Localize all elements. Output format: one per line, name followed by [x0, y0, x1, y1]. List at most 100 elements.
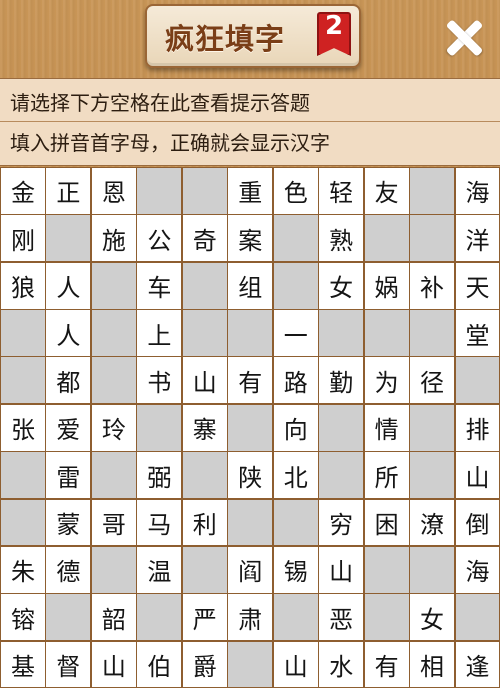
grid-cell[interactable]: 伯	[136, 640, 183, 688]
grid-cell[interactable]: 爱	[45, 403, 92, 452]
grid-cell[interactable]: 穷	[318, 498, 365, 547]
grid-cell-blank[interactable]	[227, 309, 274, 357]
grid-cell[interactable]: 有	[363, 640, 410, 688]
grid-cell[interactable]: 车	[136, 261, 183, 310]
grid-cell-blank[interactable]	[363, 309, 410, 357]
grid-cell[interactable]: 一	[272, 309, 319, 357]
grid-cell[interactable]: 朱	[0, 545, 46, 594]
grid-cell[interactable]: 山	[181, 356, 228, 405]
grid-cell[interactable]: 基	[0, 640, 46, 688]
grid-cell[interactable]: 阎	[227, 545, 274, 594]
grid-cell-blank[interactable]	[454, 356, 500, 405]
grid-cell-blank[interactable]	[409, 403, 456, 452]
grid-cell[interactable]: 补	[409, 261, 456, 310]
grid-cell[interactable]: 严	[181, 593, 228, 642]
grid-cell[interactable]: 堂	[454, 309, 500, 357]
grid-cell[interactable]: 肃	[227, 593, 274, 642]
grid-cell[interactable]: 恶	[318, 593, 365, 642]
grid-cell[interactable]: 案	[227, 214, 274, 263]
grid-cell[interactable]: 正	[45, 167, 92, 215]
grid-cell-blank[interactable]	[90, 261, 137, 310]
grid-cell-blank[interactable]	[90, 545, 137, 594]
grid-cell[interactable]: 张	[0, 403, 46, 452]
grid-cell[interactable]: 刚	[0, 214, 46, 263]
grid-cell[interactable]: 镕	[0, 593, 46, 642]
grid-cell-blank[interactable]	[90, 309, 137, 357]
grid-cell[interactable]: 爵	[181, 640, 228, 688]
grid-cell[interactable]: 熟	[318, 214, 365, 263]
grid-cell[interactable]: 径	[409, 356, 456, 405]
close-button[interactable]	[440, 14, 488, 62]
grid-cell[interactable]: 山	[272, 640, 319, 688]
grid-cell[interactable]: 山	[454, 451, 500, 500]
grid-cell-blank[interactable]	[409, 167, 456, 215]
grid-cell-blank[interactable]	[181, 545, 228, 594]
grid-cell[interactable]: 相	[409, 640, 456, 688]
grid-cell[interactable]: 金	[0, 167, 46, 215]
grid-cell-blank[interactable]	[0, 451, 46, 500]
grid-cell[interactable]: 督	[45, 640, 92, 688]
grid-cell-blank[interactable]	[272, 214, 319, 263]
grid-cell-blank[interactable]	[0, 356, 46, 405]
grid-cell-blank[interactable]	[272, 498, 319, 547]
grid-cell[interactable]: 人	[45, 261, 92, 310]
grid-cell[interactable]: 公	[136, 214, 183, 263]
grid-cell[interactable]: 天	[454, 261, 500, 310]
grid-cell[interactable]: 山	[318, 545, 365, 594]
grid-cell[interactable]: 所	[363, 451, 410, 500]
grid-cell[interactable]: 轻	[318, 167, 365, 215]
grid-cell[interactable]: 女	[409, 593, 456, 642]
grid-cell[interactable]: 路	[272, 356, 319, 405]
grid-cell[interactable]: 弼	[136, 451, 183, 500]
grid-cell[interactable]: 有	[227, 356, 274, 405]
grid-cell[interactable]: 困	[363, 498, 410, 547]
grid-cell-blank[interactable]	[227, 640, 274, 688]
grid-cell[interactable]: 锡	[272, 545, 319, 594]
grid-cell[interactable]: 潦	[409, 498, 456, 547]
grid-cell-blank[interactable]	[318, 451, 365, 500]
grid-cell-blank[interactable]	[454, 593, 500, 642]
grid-cell[interactable]: 海	[454, 167, 500, 215]
grid-cell-blank[interactable]	[409, 545, 456, 594]
grid-cell[interactable]: 人	[45, 309, 92, 357]
grid-cell[interactable]: 书	[136, 356, 183, 405]
grid-cell[interactable]: 雷	[45, 451, 92, 500]
grid-cell-blank[interactable]	[181, 261, 228, 310]
grid-cell-blank[interactable]	[318, 309, 365, 357]
grid-cell[interactable]: 逢	[454, 640, 500, 688]
grid-cell-blank[interactable]	[181, 309, 228, 357]
grid-cell-blank[interactable]	[272, 261, 319, 310]
grid-cell[interactable]: 为	[363, 356, 410, 405]
grid-cell[interactable]: 寨	[181, 403, 228, 452]
grid-cell[interactable]: 娲	[363, 261, 410, 310]
grid-cell[interactable]: 水	[318, 640, 365, 688]
grid-cell[interactable]: 情	[363, 403, 410, 452]
grid-cell[interactable]: 组	[227, 261, 274, 310]
grid-cell-blank[interactable]	[136, 167, 183, 215]
grid-cell-blank[interactable]	[409, 214, 456, 263]
grid-cell[interactable]: 奇	[181, 214, 228, 263]
grid-cell-blank[interactable]	[0, 309, 46, 357]
grid-cell[interactable]: 北	[272, 451, 319, 500]
grid-cell-blank[interactable]	[409, 451, 456, 500]
grid-cell[interactable]: 陕	[227, 451, 274, 500]
grid-cell[interactable]: 向	[272, 403, 319, 452]
grid-cell[interactable]: 色	[272, 167, 319, 215]
grid-cell-blank[interactable]	[227, 498, 274, 547]
grid-cell-blank[interactable]	[227, 403, 274, 452]
grid-cell-blank[interactable]	[318, 403, 365, 452]
grid-cell[interactable]: 恩	[90, 167, 137, 215]
grid-cell-blank[interactable]	[181, 451, 228, 500]
grid-cell[interactable]: 勤	[318, 356, 365, 405]
grid-cell[interactable]: 女	[318, 261, 365, 310]
grid-cell-blank[interactable]	[363, 593, 410, 642]
grid-cell[interactable]: 德	[45, 545, 92, 594]
grid-cell[interactable]: 倒	[454, 498, 500, 547]
grid-cell-blank[interactable]	[272, 593, 319, 642]
grid-cell-blank[interactable]	[136, 593, 183, 642]
grid-cell[interactable]: 施	[90, 214, 137, 263]
grid-cell[interactable]: 温	[136, 545, 183, 594]
grid-cell[interactable]: 友	[363, 167, 410, 215]
grid-cell[interactable]: 上	[136, 309, 183, 357]
grid-cell[interactable]: 利	[181, 498, 228, 547]
